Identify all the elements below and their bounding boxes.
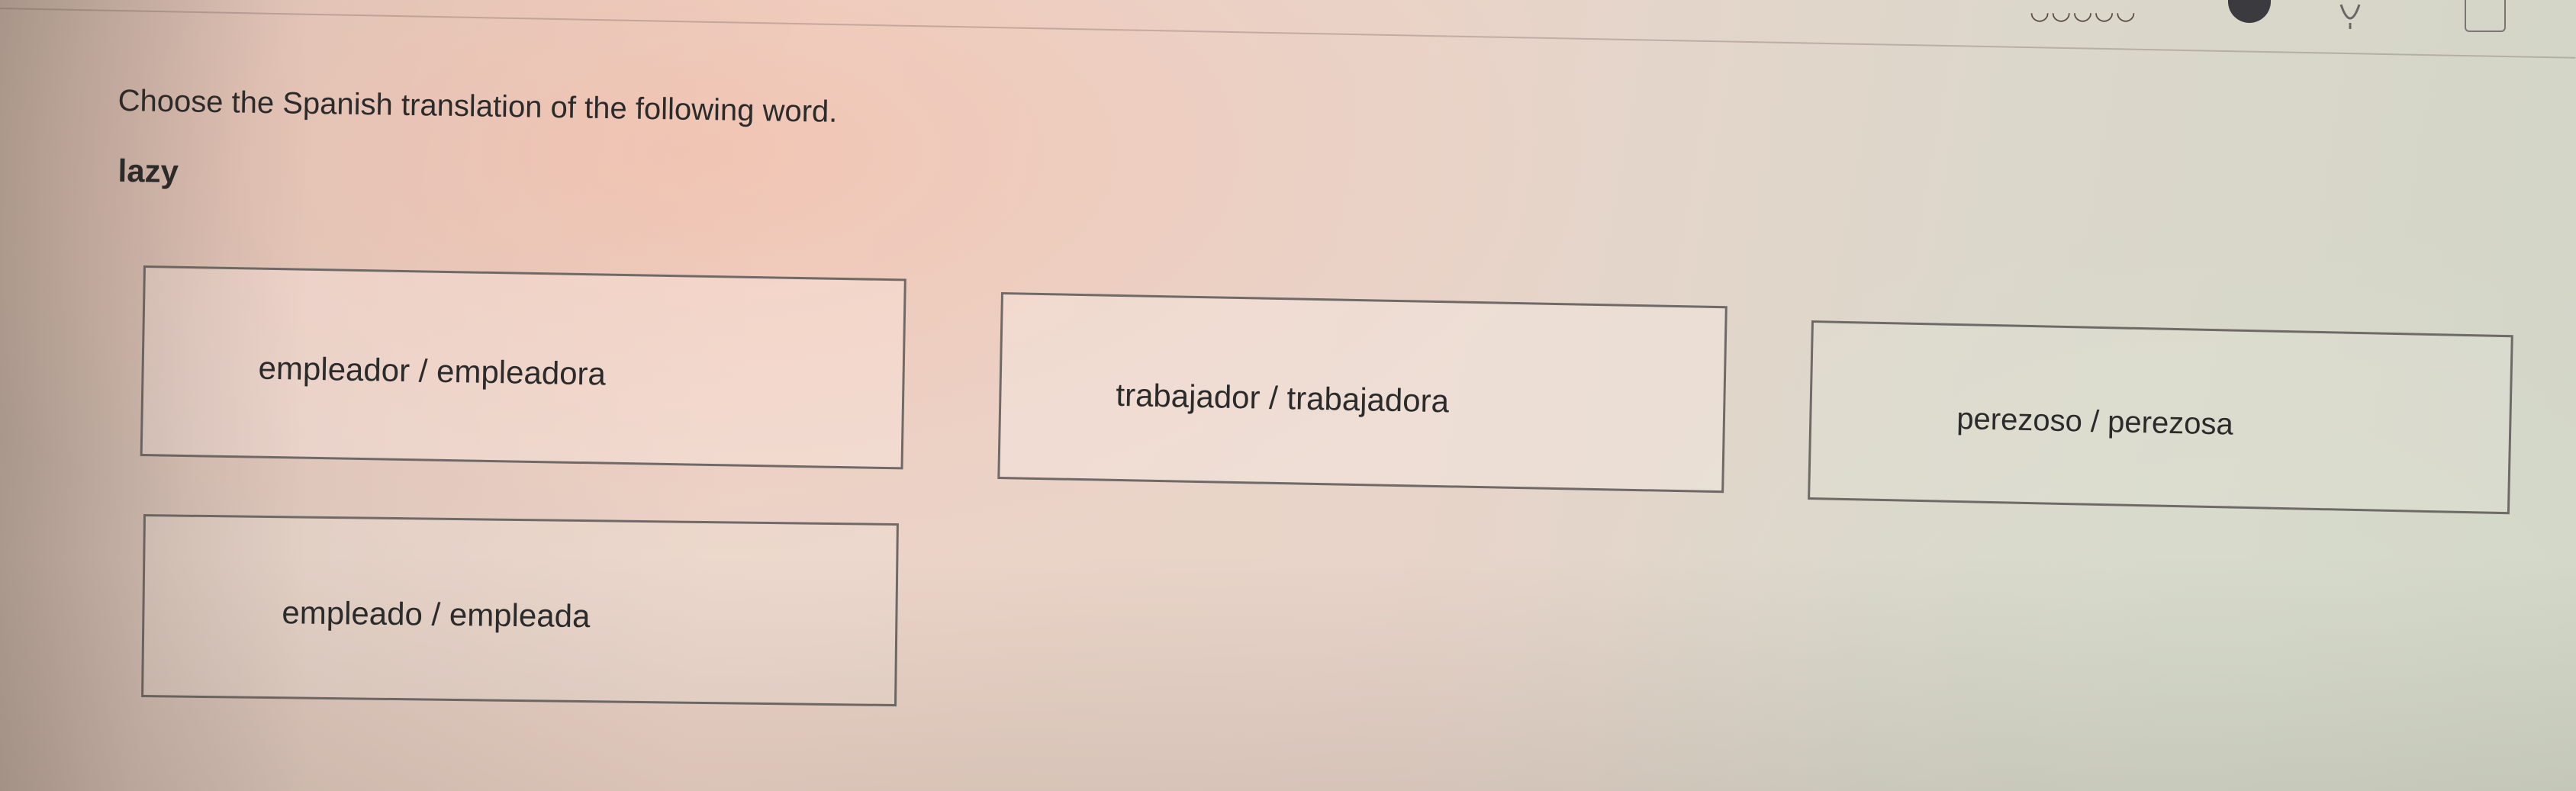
timer-icon: ◡◡◡◡◡: [2030, 0, 2137, 24]
answer-option-empleado[interactable]: empleado / empleada: [141, 514, 899, 707]
top-toolbar: ◡◡◡◡◡: [1999, 0, 2549, 38]
answer-option-label: empleador / empleadora: [258, 349, 607, 392]
expand-icon[interactable]: [2465, 0, 2506, 32]
answer-option-label: trabajador / trabajadora: [1115, 376, 1450, 420]
answer-option-label: empleado / empleada: [282, 594, 591, 635]
answer-option-trabajador[interactable]: trabajador / trabajadora: [997, 292, 1728, 494]
answer-option-perezoso[interactable]: perezoso / perezosa: [1808, 320, 2513, 515]
record-icon[interactable]: [2228, 0, 2271, 23]
question-word: lazy: [118, 153, 179, 190]
lightbulb-hint-icon[interactable]: [2335, 3, 2365, 34]
answer-option-label: perezoso / perezosa: [1956, 402, 2234, 442]
question-prompt: Choose the Spanish translation of the fo…: [118, 84, 838, 129]
answer-option-empleador[interactable]: empleador / empleadora: [140, 265, 906, 470]
